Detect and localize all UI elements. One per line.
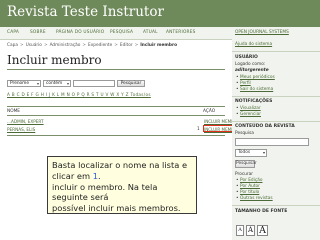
- table-header-divider: [7, 115, 225, 116]
- nav-pagina-usuario[interactable]: PÁGINA DO USUÁRIO: [56, 30, 104, 35]
- sidebar-search-button[interactable]: Pesquisar: [235, 160, 257, 168]
- breadcrumb-item-expediente[interactable]: Expediente: [88, 43, 112, 48]
- sidebar-divider: [232, 121, 320, 122]
- sidebar-search-input[interactable]: [235, 138, 309, 146]
- search-query-input[interactable]: [73, 80, 115, 87]
- page-title: Incluir membro: [7, 53, 102, 67]
- table-header-name: NOME: [7, 109, 21, 114]
- nav-sobre[interactable]: SOBRE: [30, 30, 46, 35]
- ojs-link[interactable]: OPEN JOURNAL SYSTEMS: [235, 30, 289, 35]
- journal-content-heading: CONTEÚDO DA REVISTA: [235, 124, 295, 129]
- browse-by-author-link[interactable]: Por Autor: [236, 184, 260, 189]
- breadcrumb-separator: >: [43, 43, 48, 48]
- user-heading: USUÁRIO: [235, 55, 258, 60]
- row-number: 1: [197, 127, 200, 132]
- chevron-down-icon: ▾: [36, 81, 39, 86]
- table-bottom-divider: [7, 135, 225, 136]
- font-small-icon[interactable]: A: [236, 225, 244, 236]
- site-title: Revista Teste Instrutor: [7, 4, 164, 20]
- username: aditorgerente: [235, 68, 269, 73]
- nav-anteriores[interactable]: ANTERIORES: [166, 30, 196, 35]
- browse-by-title-link[interactable]: Por título: [236, 190, 259, 195]
- breadcrumb-separator: >: [20, 43, 24, 48]
- nav-pesquisa[interactable]: PESQUISA: [110, 30, 133, 35]
- search-match-select[interactable]: contém ▾: [43, 80, 71, 87]
- view-notifications-link[interactable]: Visualizar: [236, 106, 261, 111]
- callout-line-1-text: Basta localizar o nome na lista e clicar…: [52, 160, 188, 181]
- breadcrumb-separator: >: [82, 43, 87, 48]
- main-nav: CAPA SOBRE PÁGINA DO USUÁRIO PESQUISA AT…: [0, 27, 232, 40]
- search-match-value: contém: [46, 81, 63, 86]
- sidebar-search-scope-value: Todos: [238, 150, 251, 155]
- logout-link[interactable]: Sair do sistema: [236, 87, 273, 92]
- breadcrumb: Capa > Usuário > Administração > Expediente > Ed…: [7, 43, 177, 48]
- sidebar-divider: [232, 51, 320, 52]
- callout-line-3: possível incluir mais membros.: [52, 203, 181, 214]
- breadcrumb-current: Incluir membro: [140, 43, 178, 48]
- breadcrumb-item-usuario[interactable]: Usuário: [26, 43, 42, 48]
- breadcrumb-separator: >: [134, 43, 139, 48]
- profile-link[interactable]: Perfil: [236, 81, 251, 86]
- sidebar: OPEN JOURNAL SYSTEMS Ajuda do sistema US…: [232, 27, 320, 240]
- other-journals-link[interactable]: Outras revistas: [236, 196, 273, 201]
- help-link[interactable]: Ajuda do sistema: [235, 42, 272, 47]
- logged-as-label: Logado como:: [235, 62, 266, 67]
- highlight-box: [203, 125, 235, 132]
- breadcrumb-separator: >: [114, 43, 118, 48]
- font-size-heading: TAMANHO DE FONTE: [235, 209, 288, 214]
- font-large-icon[interactable]: A: [257, 225, 268, 236]
- table-top-divider: [7, 106, 225, 107]
- browse-label: Procurar: [235, 172, 254, 177]
- callout-line-2: incluir o membro. Na tela seguinte será: [52, 181, 158, 203]
- search-button[interactable]: Pesquisar: [117, 80, 145, 87]
- breadcrumb-item-administracao[interactable]: Administração: [50, 43, 81, 48]
- nav-atual[interactable]: ATUAL: [143, 30, 158, 35]
- table-header-action: AÇÃO: [203, 109, 216, 114]
- breadcrumb-item-capa[interactable]: Capa: [7, 43, 18, 48]
- title-divider: [7, 69, 225, 70]
- manage-notifications-link[interactable]: Gerenciar: [236, 112, 261, 117]
- alphabet-filter[interactable]: A B C D E F G H I J K L M N O P Q R S T …: [7, 92, 151, 97]
- breadcrumb-item-editor[interactable]: Editor: [120, 43, 133, 48]
- callout-line-1-end: .: [97, 170, 101, 181]
- browse-by-issue-link[interactable]: Por Edição: [236, 178, 263, 183]
- instruction-callout: Basta localizar o nome na lista e clicar…: [47, 156, 197, 214]
- table-row-name[interactable]: PERNAS, ELIS: [7, 127, 35, 132]
- nav-capa[interactable]: CAPA: [7, 30, 19, 35]
- sidebar-divider: [232, 205, 320, 206]
- chevron-down-icon: ▾: [66, 81, 69, 86]
- sidebar-search-label: Pesquisa: [235, 131, 254, 136]
- notifications-heading: NOTIFICAÇÕES: [235, 99, 273, 104]
- sidebar-divider: [232, 96, 320, 97]
- search-field-value: Prenome: [10, 81, 30, 86]
- sidebar-search-scope-select[interactable]: Todos ▾: [235, 149, 267, 157]
- site-header: Revista Teste Instrutor: [0, 0, 320, 27]
- my-journals-link[interactable]: Meus periódicos: [236, 75, 275, 80]
- table-row-name[interactable]: ...ADMIN, EXPERT: [7, 119, 44, 124]
- chevron-down-icon: ▾: [262, 150, 265, 155]
- search-field-select[interactable]: Prenome ▾: [7, 80, 41, 87]
- font-medium-icon[interactable]: A: [246, 225, 255, 236]
- callout-line-1: Basta localizar o nome na lista e clicar…: [52, 160, 192, 182]
